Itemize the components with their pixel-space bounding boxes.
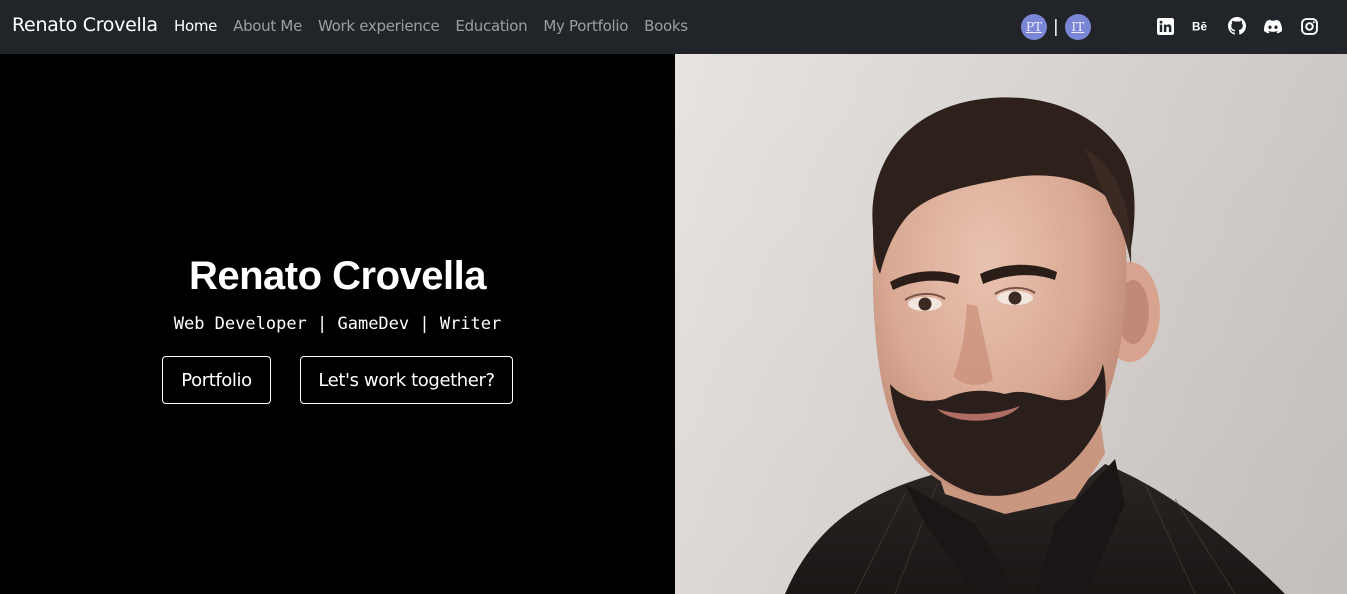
nav-link-books[interactable]: Books — [644, 17, 688, 35]
brand-link[interactable]: Renato Crovella — [12, 14, 158, 36]
profile-photo — [675, 54, 1347, 594]
hero-subtitle: Web Developer | GameDev | Writer — [173, 314, 502, 334]
svg-text:Bē: Bē — [1192, 21, 1207, 34]
language-separator: | — [1053, 16, 1059, 37]
github-icon[interactable] — [1228, 17, 1246, 35]
social-links: Bē — [1156, 17, 1318, 35]
hero-section: Renato Crovella Web Developer | GameDev … — [0, 54, 675, 594]
portfolio-button[interactable]: Portfolio — [162, 356, 271, 404]
behance-icon[interactable]: Bē — [1192, 17, 1210, 35]
language-pt-button[interactable]: PT — [1021, 14, 1047, 40]
nav-link-work-experience[interactable]: Work experience — [318, 17, 440, 35]
linkedin-icon[interactable] — [1156, 17, 1174, 35]
nav-link-education[interactable]: Education — [455, 17, 527, 35]
discord-icon[interactable] — [1264, 17, 1282, 35]
instagram-icon[interactable] — [1300, 17, 1318, 35]
nav-link-about-me[interactable]: About Me — [233, 17, 302, 35]
portrait-illustration — [675, 54, 1347, 594]
work-together-button[interactable]: Let's work together? — [300, 356, 513, 404]
language-switcher: PT | IT — [1021, 14, 1091, 40]
hero-title: Renato Crovella — [188, 254, 487, 298]
navbar: Renato Crovella Home About Me Work exper… — [0, 0, 1347, 54]
nav-links: Home About Me Work experience Education … — [174, 17, 688, 35]
language-it-button[interactable]: IT — [1064, 14, 1091, 40]
nav-link-my-portfolio[interactable]: My Portfolio — [543, 17, 628, 35]
nav-link-home[interactable]: Home — [174, 17, 217, 35]
